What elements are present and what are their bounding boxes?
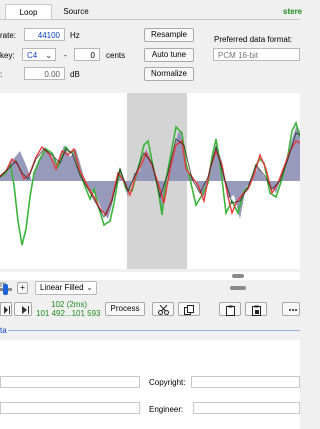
engineer-field[interactable]	[193, 402, 300, 414]
cut-button[interactable]	[152, 302, 174, 316]
waveform-graph	[0, 93, 301, 269]
tab-bar-divider	[0, 19, 300, 20]
play-icon	[4, 306, 10, 314]
copy-button[interactable]	[178, 302, 200, 316]
resample-button[interactable]: Resample	[144, 28, 194, 42]
process-button[interactable]: Process	[105, 302, 145, 316]
more-icon	[289, 309, 297, 311]
loop-play-button[interactable]	[14, 302, 32, 316]
paste-button[interactable]	[219, 302, 241, 316]
clipboard-paste-icon	[252, 305, 261, 316]
key-select[interactable]: C4 ⌄	[22, 48, 56, 61]
normalize-button[interactable]: Normalize	[144, 67, 194, 81]
metadata-label: ta	[0, 326, 7, 335]
metadata-field-2[interactable]	[0, 402, 140, 414]
paste-special-button[interactable]	[245, 302, 267, 316]
cents-unit: cents	[106, 51, 126, 60]
tab-loop[interactable]: Loop	[5, 4, 52, 20]
waveform-view[interactable]	[0, 93, 301, 269]
copyright-field[interactable]	[191, 376, 300, 388]
sample-rate-unit: Hz	[70, 31, 80, 40]
sample-rate-input[interactable]: 44100	[24, 28, 65, 41]
gain-label: :	[0, 70, 3, 79]
sample-rate-label: rate:	[0, 31, 17, 40]
selection-range: 101 492...101 593	[36, 309, 101, 318]
copy-icon	[184, 305, 194, 315]
horizontal-scrollbar[interactable]	[0, 272, 300, 280]
chevron-down-icon: ⌄	[86, 283, 93, 292]
cents-input[interactable]: 0	[74, 48, 100, 61]
scrollbar-thumb[interactable]	[232, 274, 244, 278]
metadata-divider	[8, 330, 300, 331]
tab-source[interactable]: Source	[52, 4, 100, 19]
play-loop-icon	[22, 306, 29, 314]
scissors-icon	[158, 305, 169, 315]
zoom-slider-thumb[interactable]	[3, 284, 8, 295]
clipboard-icon	[226, 305, 235, 316]
engineer-label: Engineer:	[149, 405, 184, 414]
zoom-in-button[interactable]: +	[17, 282, 28, 294]
key-dash: -	[64, 51, 67, 60]
toolbar-mini-scrollbar[interactable]	[105, 284, 300, 292]
play-loop-toggle[interactable]	[0, 302, 12, 316]
more-button[interactable]	[282, 302, 300, 316]
format-select[interactable]: PCM 16-bit	[213, 48, 300, 61]
selection-length: 102 (2ms)	[51, 300, 88, 309]
chevron-down-icon: ⌄	[45, 51, 52, 60]
auto-tune-button[interactable]: Auto tune	[144, 48, 194, 62]
format-label: Preferred data format:	[214, 35, 293, 44]
display-mode-select[interactable]: Linear Filled ⌄	[35, 281, 97, 295]
copyright-label: Copyright:	[149, 378, 186, 387]
key-label: key:	[0, 51, 15, 60]
channel-mode-label: stere	[283, 7, 303, 16]
mini-scrollbar-thumb[interactable]	[230, 286, 246, 290]
metadata-field-1[interactable]	[0, 376, 140, 388]
gain-input[interactable]: 0.00	[24, 67, 65, 80]
gain-unit: dB	[70, 70, 80, 79]
